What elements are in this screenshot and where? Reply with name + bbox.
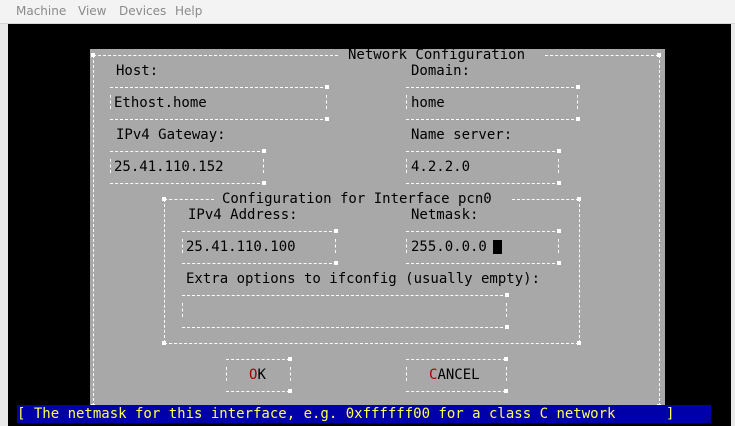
domain-value: home (411, 95, 445, 111)
extra-options-label: Extra options to ifconfig (usually empty… (186, 271, 541, 287)
nameserver-value: 4.2.2.0 (411, 159, 471, 175)
dialog-border-top-left (93, 55, 338, 56)
interface-title: Configuration for Interface pcn0 (222, 191, 492, 207)
netmask-label: Netmask: (411, 207, 479, 223)
dialog-border-left (93, 55, 94, 406)
dialog-border-right (659, 55, 660, 406)
domain-label: Domain: (411, 63, 471, 79)
menu-machine[interactable]: Machine (16, 4, 66, 18)
cancel-label: ANCEL (437, 367, 480, 383)
nameserver-label: Name server: (411, 127, 513, 143)
menu-help[interactable]: Help (175, 4, 202, 18)
gateway-label: IPv4 Gateway: (116, 127, 226, 143)
dialog-corner (657, 53, 661, 57)
host-menubar: Machine View Devices Help (0, 0, 735, 24)
status-bar: [ The netmask for this interface, e.g. 0… (17, 405, 711, 423)
dialog-corner (91, 53, 95, 57)
dialog-title: Network Configuration (348, 47, 526, 63)
gateway-value: 25.41.110.152 (114, 159, 224, 175)
window-frame-left (0, 24, 8, 426)
ipv4-address-value: 25.41.110.100 (186, 239, 296, 255)
console-screen: Network Configuration Host: Ethost.home … (8, 24, 731, 426)
netmask-value: 255.0.0.0 (411, 239, 487, 255)
network-configuration-dialog: Network Configuration Host: Ethost.home … (90, 47, 665, 414)
status-text: [ The netmask for this interface, e.g. 0… (17, 406, 675, 422)
menu-view[interactable]: View (78, 4, 106, 18)
ok-label: K (257, 367, 266, 383)
dialog-border-top-right (545, 55, 659, 56)
host-label: Host: (116, 63, 159, 79)
menu-devices[interactable]: Devices (119, 4, 166, 18)
text-cursor (493, 240, 502, 254)
window-frame-right (731, 24, 735, 426)
ipv4-address-label: IPv4 Address: (188, 207, 298, 223)
host-value: Ethost.home (114, 95, 207, 111)
